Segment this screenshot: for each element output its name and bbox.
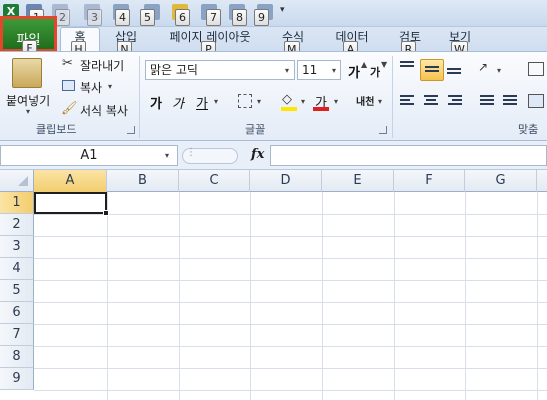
italic-button[interactable]: 가 <box>172 93 184 112</box>
row-header-7[interactable]: 7 <box>0 324 34 346</box>
font-size-value: 11 <box>302 63 318 77</box>
row-header-2[interactable]: 2 <box>0 214 34 236</box>
keytip-5: 5 <box>140 9 155 26</box>
group-separator <box>139 56 140 138</box>
active-cell-a1[interactable] <box>34 192 107 214</box>
align-middle-icon <box>425 66 439 72</box>
grow-font-button[interactable]: 가 <box>348 62 360 81</box>
copy-icon[interactable] <box>62 80 75 91</box>
font-group-label: 글꼴 <box>245 123 266 136</box>
phonetic-button[interactable]: 내천 <box>356 93 374 108</box>
column-header-f[interactable]: F <box>394 170 465 192</box>
font-color-dropdown-icon[interactable]: ▾ <box>334 97 338 106</box>
row-header-8[interactable]: 8 <box>0 346 34 368</box>
keytip-3: 3 <box>87 9 102 26</box>
paste-icon[interactable] <box>12 58 42 88</box>
row-header-5[interactable]: 5 <box>0 280 34 302</box>
font-name-value: 맑은 고딕 <box>150 63 198 77</box>
gridline <box>34 390 547 391</box>
clipboard-group-label: 클립보드 <box>36 123 77 136</box>
gridline <box>34 346 547 347</box>
column-header-a[interactable]: A <box>34 170 107 192</box>
font-name-dropdown-icon[interactable]: ▾ <box>285 66 289 75</box>
shrink-font-arrow-icon: ▼ <box>381 60 388 69</box>
column-header-d[interactable]: D <box>250 170 322 192</box>
column-header-c[interactable]: C <box>179 170 250 192</box>
gridline <box>34 280 547 281</box>
row-header-4[interactable]: 4 <box>0 258 34 280</box>
fill-color-dropdown-icon[interactable]: ▾ <box>301 97 305 106</box>
border-dropdown-icon[interactable]: ▾ <box>257 97 261 106</box>
gridline <box>34 368 547 369</box>
quick-access-toolbar <box>0 0 547 27</box>
cut-button[interactable]: 잘라내기 <box>80 57 124 74</box>
align-center-icon[interactable] <box>424 95 438 105</box>
border-icon[interactable] <box>238 94 252 108</box>
name-box-value: A1 <box>80 148 98 163</box>
keytip-4: 4 <box>115 9 130 26</box>
gridline <box>34 324 547 325</box>
align-left-icon[interactable] <box>400 95 414 105</box>
decrease-indent-icon[interactable] <box>480 95 494 105</box>
increase-indent-icon[interactable] <box>503 95 517 105</box>
keytip-6: 6 <box>175 9 190 26</box>
copy-button[interactable]: 복사 <box>80 79 102 96</box>
underline-button[interactable]: 가 <box>196 93 208 112</box>
column-header-e[interactable]: E <box>322 170 394 192</box>
format-painter-button[interactable]: 서식 복사 <box>80 102 128 119</box>
phonetic-dropdown-icon[interactable]: ▾ <box>378 97 382 106</box>
orientation-dropdown-icon[interactable]: ▾ <box>497 66 501 75</box>
format-painter-icon[interactable]: 🖌 <box>61 101 78 116</box>
formula-splitter-dots-icon: ⋮ <box>186 147 196 158</box>
gridline <box>34 214 547 215</box>
wrap-text-icon[interactable] <box>528 62 544 76</box>
insert-function-button[interactable]: fx <box>251 147 264 162</box>
gridline <box>34 236 547 237</box>
select-all-button[interactable] <box>0 170 34 192</box>
formula-input[interactable] <box>270 145 547 166</box>
keytip-8: 8 <box>232 9 247 26</box>
row-header-3[interactable]: 3 <box>0 236 34 258</box>
name-box[interactable]: A1 <box>0 145 178 166</box>
align-right-icon[interactable] <box>448 95 462 105</box>
underline-dropdown-icon[interactable]: ▾ <box>214 97 218 106</box>
row-header-9[interactable]: 9 <box>0 368 34 390</box>
bold-button[interactable]: 가 <box>150 93 162 112</box>
cut-icon[interactable]: ✂ <box>62 56 73 71</box>
fill-handle[interactable] <box>103 210 109 216</box>
shrink-font-button[interactable]: 가 <box>370 64 380 80</box>
select-all-triangle-icon <box>18 176 28 186</box>
clipboard-launcher-icon[interactable] <box>127 126 135 134</box>
merge-center-icon[interactable] <box>528 94 544 108</box>
group-separator-2 <box>392 56 393 138</box>
keytip-7: 7 <box>206 9 221 26</box>
paste-dropdown-icon[interactable]: ▾ <box>26 107 30 116</box>
grow-font-arrow-icon: ▲ <box>361 60 368 69</box>
name-box-dropdown-icon[interactable]: ▾ <box>165 151 169 160</box>
font-color-swatch <box>313 107 329 111</box>
align-top-icon[interactable] <box>400 61 414 67</box>
row-header-6[interactable]: 6 <box>0 302 34 324</box>
align-bottom-icon[interactable] <box>447 68 461 74</box>
gridline <box>34 302 547 303</box>
column-header-b[interactable]: B <box>107 170 179 192</box>
keytip-2: 2 <box>55 9 70 26</box>
column-header-g[interactable]: G <box>465 170 537 192</box>
font-name-combo[interactable]: 맑은 고딕 <box>145 60 295 80</box>
font-launcher-icon[interactable] <box>379 126 387 134</box>
alignment-group-label: 맞춤 <box>518 123 539 136</box>
gridline <box>34 258 547 259</box>
row-header-1[interactable]: 1 <box>0 192 34 214</box>
copy-dropdown-icon[interactable]: ▾ <box>108 82 112 91</box>
keytip-9: 9 <box>254 9 269 26</box>
font-size-dropdown-icon[interactable]: ▾ <box>332 66 336 75</box>
fill-color-icon[interactable]: ◇ <box>282 92 292 107</box>
orientation-icon[interactable]: ↗ <box>478 60 488 74</box>
fill-color-swatch <box>281 107 297 111</box>
qat-customize-icon[interactable]: ▾ <box>280 5 285 15</box>
